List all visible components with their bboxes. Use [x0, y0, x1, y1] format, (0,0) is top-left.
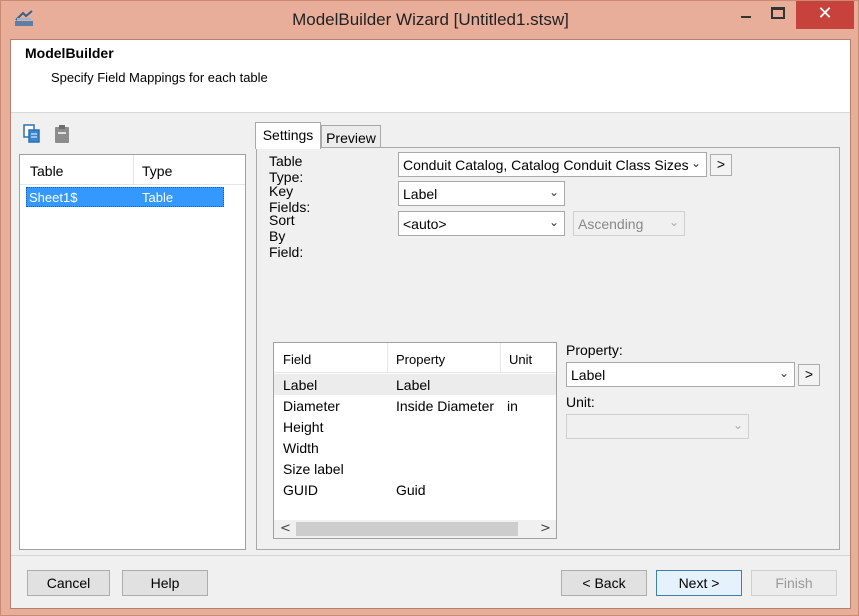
window-frame: ModelBuilder Wizard [Untitled1.stsw] ✕ M…	[0, 0, 859, 616]
mapping-row[interactable]: Size label	[274, 458, 556, 479]
tab-settings[interactable]: Settings	[255, 122, 321, 149]
minimize-button[interactable]	[725, 1, 769, 29]
mapping-field: Height	[283, 419, 324, 435]
table-type-label: Table Type:	[269, 153, 304, 185]
finish-button[interactable]: Finish	[751, 570, 837, 596]
key-fields-label: Key Fields:	[269, 183, 311, 215]
help-button[interactable]: Help	[122, 570, 208, 596]
chevron-down-icon: ⌄	[668, 215, 679, 229]
property-label: Property:	[566, 342, 623, 358]
key-fields-value: Label	[403, 186, 438, 202]
horizontal-scrollbar[interactable]: < >	[274, 520, 556, 538]
table-list[interactable]: Table Type Sheet1$ Table	[19, 154, 246, 550]
cancel-button-label: Cancel	[46, 575, 91, 591]
key-fields-dropdown[interactable]: Label ⌄	[398, 181, 565, 206]
column-divider[interactable]	[500, 343, 501, 373]
table-row-name: Sheet1$	[29, 190, 78, 205]
sort-by-dropdown[interactable]: <auto> ⌄	[398, 211, 565, 236]
mapping-row[interactable]: GUID Guid	[274, 479, 556, 500]
mapping-field: Size label	[283, 461, 344, 477]
wizard-title: ModelBuilder	[25, 45, 114, 61]
sort-order-value: Ascending	[578, 216, 644, 232]
finish-button-label: Finish	[775, 575, 813, 591]
table-list-header: Table Type	[20, 155, 245, 185]
tab-settings-label: Settings	[262, 127, 314, 143]
column-header-unit[interactable]: Unit	[509, 352, 532, 367]
column-header-type[interactable]: Type	[142, 163, 172, 179]
minimize-icon	[741, 16, 751, 18]
cancel-button[interactable]: Cancel	[27, 570, 110, 596]
next-button[interactable]: Next >	[656, 570, 742, 596]
chevron-down-icon: ⌄	[778, 366, 789, 380]
mapping-row[interactable]: Label Label	[274, 374, 556, 395]
chevron-down-icon: ⌄	[548, 185, 559, 199]
mapping-property: Guid	[396, 482, 426, 498]
paste-icon[interactable]	[53, 124, 71, 144]
close-button[interactable]: ✕	[796, 1, 854, 29]
field-mapping-list[interactable]: Field Property Unit Label Label Diameter…	[273, 342, 557, 539]
maximize-icon	[771, 7, 785, 19]
unit-label: Unit:	[566, 394, 595, 410]
table-row[interactable]: Sheet1$ Table	[26, 187, 224, 207]
footer-divider	[11, 555, 850, 556]
help-button-label: Help	[150, 575, 180, 591]
mapping-unit: in	[507, 398, 518, 414]
column-header-property[interactable]: Property	[396, 352, 445, 367]
wizard-subtitle: Specify Field Mappings for each table	[51, 70, 268, 85]
copy-icon[interactable]	[23, 124, 41, 144]
scroll-left-icon[interactable]: <	[280, 521, 291, 536]
chevron-down-icon: ⌄	[690, 156, 701, 170]
back-button[interactable]: < Back	[561, 570, 647, 596]
title-bar[interactable]: ModelBuilder Wizard [Untitled1.stsw] ✕	[1, 1, 859, 39]
column-divider[interactable]	[133, 155, 134, 185]
dialog-client-area: ModelBuilder Specify Field Mappings for …	[10, 39, 851, 609]
tab-preview[interactable]: Preview	[321, 125, 381, 149]
back-button-label: < Back	[582, 575, 626, 591]
mapping-field: Width	[283, 440, 319, 456]
column-header-table[interactable]: Table	[30, 163, 63, 179]
table-row-type: Table	[142, 190, 174, 205]
table-type-more-button[interactable]: >	[710, 154, 732, 176]
sort-order-dropdown[interactable]: Ascending ⌄	[573, 211, 685, 236]
column-header-field[interactable]: Field	[283, 352, 311, 367]
mapping-field: GUID	[283, 482, 318, 498]
property-dropdown[interactable]: Label ⌄	[566, 362, 795, 387]
table-type-value: Conduit Catalog, Catalog Conduit Class S…	[403, 157, 689, 173]
mapping-row[interactable]: Height	[274, 416, 556, 437]
next-button-label: Next >	[678, 575, 720, 591]
property-value: Label	[571, 367, 606, 383]
property-more-button[interactable]: >	[798, 364, 820, 386]
field-mapping-header: Field Property Unit	[274, 343, 556, 373]
table-type-dropdown[interactable]: Conduit Catalog, Catalog Conduit Class S…	[398, 152, 707, 177]
mapping-field: Label	[283, 377, 318, 393]
mapping-field: Diameter	[283, 398, 340, 414]
wizard-header: ModelBuilder Specify Field Mappings for …	[11, 40, 850, 113]
mapping-row[interactable]: Width	[274, 437, 556, 458]
column-divider[interactable]	[387, 343, 388, 373]
chevron-down-icon: ⌄	[732, 418, 743, 432]
mapping-property: Label	[396, 377, 431, 393]
tab-preview-label: Preview	[326, 130, 376, 146]
mapping-row[interactable]: Diameter Inside Diameter in	[274, 395, 556, 416]
sort-by-value: <auto>	[403, 216, 447, 232]
scroll-right-icon[interactable]: >	[540, 521, 551, 536]
scrollbar-thumb[interactable]	[296, 522, 518, 536]
unit-dropdown[interactable]: ⌄	[566, 414, 749, 439]
chevron-down-icon: ⌄	[548, 215, 559, 229]
close-icon: ✕	[817, 3, 833, 24]
mapping-property: Inside Diameter	[396, 398, 495, 414]
sort-by-label: Sort By Field:	[269, 212, 304, 260]
